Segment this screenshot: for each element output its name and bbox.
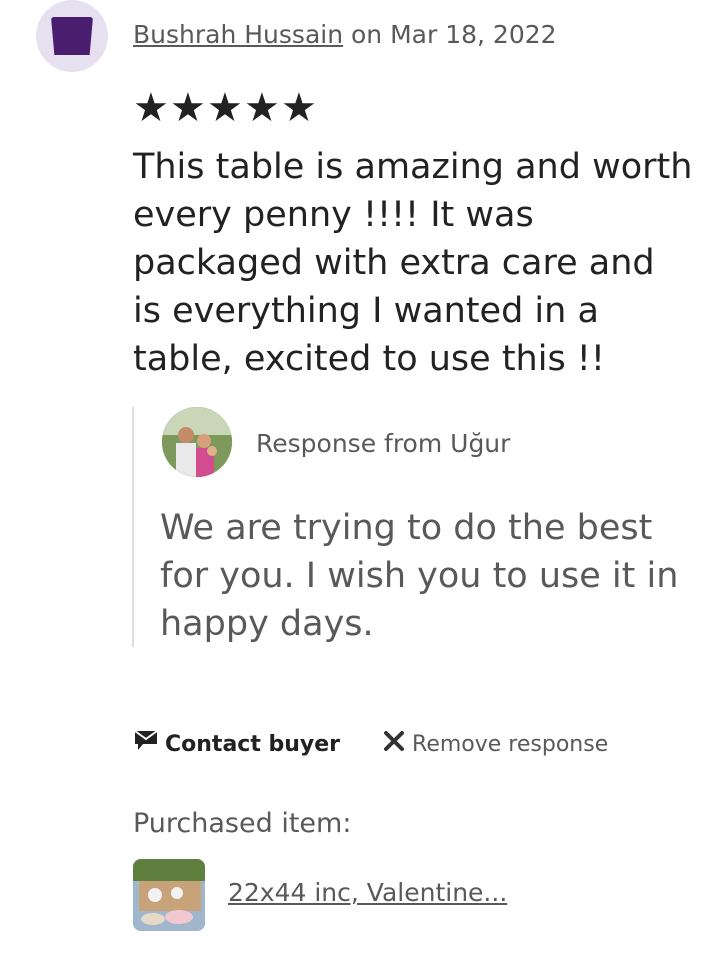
response-from-label: Response from Uğur [256, 429, 511, 458]
response-text: We are trying to do the best for you. I … [160, 508, 679, 644]
review-byline: Bushrah Hussain on Mar 18, 2022 [133, 20, 557, 49]
star-rating: ★ ★ ★ ★ ★ [133, 88, 317, 128]
star-icon: ★ [281, 85, 317, 131]
remove-response-button[interactable]: Remove response [382, 729, 608, 759]
x-close-icon [382, 729, 406, 759]
purchased-item-link[interactable]: 22x44 inc, Valentine... [228, 878, 507, 907]
reviewer-name-link[interactable]: Bushrah Hussain [133, 20, 343, 49]
seller-response: Response from Uğur We are trying to do t… [132, 407, 694, 647]
star-icon: ★ [244, 85, 280, 131]
seller-photo-icon [162, 407, 232, 477]
message-flag-icon [133, 728, 159, 760]
star-icon: ★ [207, 85, 243, 131]
square-avatar-icon [51, 17, 93, 55]
remove-response-label: Remove response [412, 731, 609, 757]
review-text: This table is amazing and worth every pe… [133, 147, 693, 379]
review-actions: Contact buyer Remove response [133, 728, 608, 760]
purchased-item-thumbnail[interactable] [133, 859, 205, 931]
purchased-item-label: Purchased item: [133, 808, 352, 839]
contact-buyer-button[interactable]: Contact buyer [133, 728, 340, 760]
contact-buyer-label: Contact buyer [165, 731, 341, 757]
review-date: on Mar 18, 2022 [343, 20, 557, 49]
seller-avatar [162, 407, 232, 477]
star-icon: ★ [133, 85, 169, 131]
reviewer-avatar [36, 0, 108, 72]
product-photo-icon [133, 859, 205, 931]
star-icon: ★ [170, 85, 206, 131]
